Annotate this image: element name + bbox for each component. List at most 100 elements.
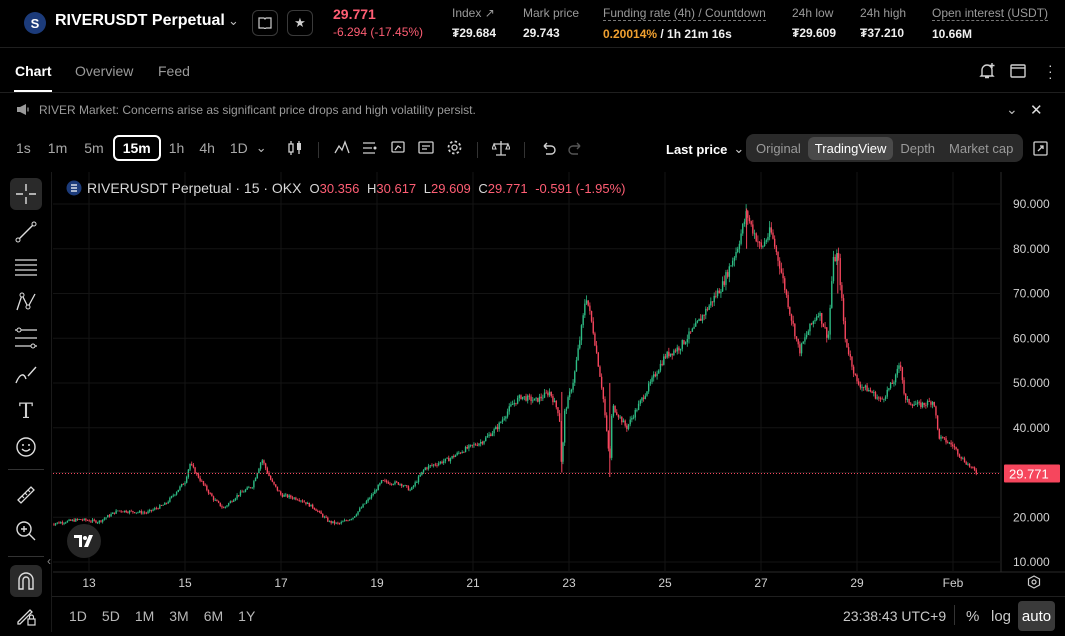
candle-body: [876, 397, 878, 399]
list-settings-icon[interactable]: [357, 140, 383, 160]
add-alert-icon[interactable]: [978, 62, 996, 85]
candle-body: [298, 500, 300, 501]
chevron-left-icon[interactable]: ‹: [47, 554, 51, 568]
fullscreen-icon[interactable]: [1033, 141, 1048, 161]
chart-toolbar: 1s 1m 5m 15m 1h 4h 1D ⌄ Last price ⌄ Ori…: [0, 130, 1065, 168]
news-ticker[interactable]: RIVER Market: Concerns arise as signific…: [0, 94, 1065, 126]
candle-body: [384, 480, 386, 482]
magnet-icon[interactable]: [10, 565, 42, 597]
candle-body: [574, 371, 576, 383]
stat-funding-rate[interactable]: Funding rate (4h) / Countdown 0.20014% /…: [603, 6, 766, 41]
view-tradingview[interactable]: TradingView: [807, 136, 894, 160]
indicators-icon[interactable]: [329, 139, 355, 160]
timeframe-4h[interactable]: 4h: [193, 135, 221, 161]
tab-chart[interactable]: Chart: [15, 63, 52, 79]
tab-feed[interactable]: Feed: [158, 63, 190, 79]
candle-body: [66, 520, 69, 523]
candle-body: [814, 319, 816, 322]
candle-body: [179, 486, 181, 490]
range-5d[interactable]: 5D: [102, 608, 120, 624]
chevron-down-icon[interactable]: ⌄: [228, 13, 239, 29]
candle-body: [222, 507, 225, 509]
y-tick-label: 40.000: [1013, 421, 1050, 435]
tradingview-logo-icon[interactable]: [67, 524, 101, 558]
redo-icon[interactable]: [563, 141, 589, 159]
candlestick-type-icon[interactable]: [282, 140, 308, 160]
brush-icon[interactable]: [10, 359, 42, 391]
stat-open-interest[interactable]: Open interest (USDT) 10.66M: [932, 6, 1049, 41]
candle-body: [456, 452, 458, 456]
price-type-dropdown[interactable]: Last price ⌄: [666, 141, 744, 157]
log-toggle[interactable]: log: [991, 608, 1011, 625]
view-original[interactable]: Original: [749, 137, 808, 160]
candle-body: [503, 418, 505, 420]
candle-body: [973, 467, 976, 471]
chevron-down-icon[interactable]: ⌄: [1006, 101, 1018, 118]
lock-drawing-icon[interactable]: [10, 600, 42, 632]
candle-body: [827, 334, 830, 338]
candle-body: [90, 521, 92, 523]
replay-icon[interactable]: [385, 140, 411, 160]
candle-body: [243, 491, 245, 493]
chevron-down-icon[interactable]: ⌄: [256, 140, 267, 156]
pattern-icon[interactable]: [10, 286, 42, 318]
ruler-icon[interactable]: [10, 479, 42, 511]
candle-body: [805, 334, 808, 338]
candle-body: [943, 437, 946, 439]
candle-body: [614, 405, 616, 413]
candle-body: [740, 233, 742, 244]
gear-icon[interactable]: [441, 139, 467, 160]
range-1y[interactable]: 1Y: [238, 608, 255, 624]
range-6m[interactable]: 6M: [204, 608, 223, 624]
symbol-title[interactable]: RIVERUSDT Perpetual: [55, 12, 225, 30]
view-market-cap[interactable]: Market cap: [942, 137, 1020, 160]
candle-body: [266, 468, 269, 473]
undo-icon[interactable]: [535, 141, 561, 159]
close-icon[interactable]: ✕: [1030, 101, 1043, 119]
percent-toggle[interactable]: %: [966, 608, 979, 625]
candle-body: [342, 521, 344, 523]
book-icon[interactable]: [252, 10, 278, 36]
axis-settings-icon[interactable]: [1027, 575, 1041, 594]
timeframe-1d[interactable]: 1D: [224, 135, 254, 161]
trendline-icon[interactable]: [10, 216, 42, 248]
timeframe-15m[interactable]: 15m: [112, 135, 161, 161]
candle-body: [95, 520, 97, 523]
candle-body: [177, 489, 179, 493]
stat-index[interactable]: Index ↗ ₮29.684: [452, 6, 496, 40]
timeframe-5m[interactable]: 5m: [78, 135, 109, 161]
auto-scale-toggle[interactable]: auto: [1018, 601, 1055, 631]
price-chart[interactable]: 90.00080.00070.00060.00050.00040.00030.0…: [47, 172, 1065, 596]
compare-icon[interactable]: [413, 140, 439, 160]
timeframe-1h[interactable]: 1h: [163, 135, 191, 161]
timeframe-1s[interactable]: 1s: [10, 135, 37, 161]
crosshair-icon[interactable]: [10, 178, 42, 210]
layout-icon[interactable]: [1010, 64, 1026, 83]
candle-body: [834, 256, 836, 262]
chart-canvas[interactable]: 90.00080.00070.00060.00050.00040.00030.0…: [53, 172, 1065, 596]
zoom-in-icon[interactable]: [10, 515, 42, 547]
candle-body: [641, 397, 643, 401]
candle-body: [520, 395, 522, 400]
scale-icon[interactable]: [488, 140, 514, 160]
tab-overview[interactable]: Overview: [75, 63, 133, 79]
utc-clock[interactable]: 23:38:43 UTC+9: [843, 608, 946, 624]
star-icon[interactable]: ★: [287, 10, 313, 36]
more-vertical-icon[interactable]: · · ·: [1048, 58, 1053, 84]
fib-retracement-icon[interactable]: [10, 322, 42, 354]
candle-body: [589, 305, 591, 312]
candle-body: [849, 354, 851, 357]
view-depth[interactable]: Depth: [893, 137, 942, 160]
timeframe-1m[interactable]: 1m: [42, 135, 73, 161]
candle-body: [395, 481, 398, 483]
candle-body: [688, 331, 690, 340]
candle-body: [723, 281, 725, 285]
emoji-icon[interactable]: [10, 431, 42, 463]
horizontal-lines-icon[interactable]: [10, 251, 42, 283]
range-1d[interactable]: 1D: [69, 608, 87, 624]
candle-body: [525, 396, 527, 401]
text-tool-icon[interactable]: T: [10, 395, 42, 427]
range-3m[interactable]: 3M: [169, 608, 188, 624]
candle-body: [506, 411, 509, 417]
range-1m[interactable]: 1M: [135, 608, 154, 624]
